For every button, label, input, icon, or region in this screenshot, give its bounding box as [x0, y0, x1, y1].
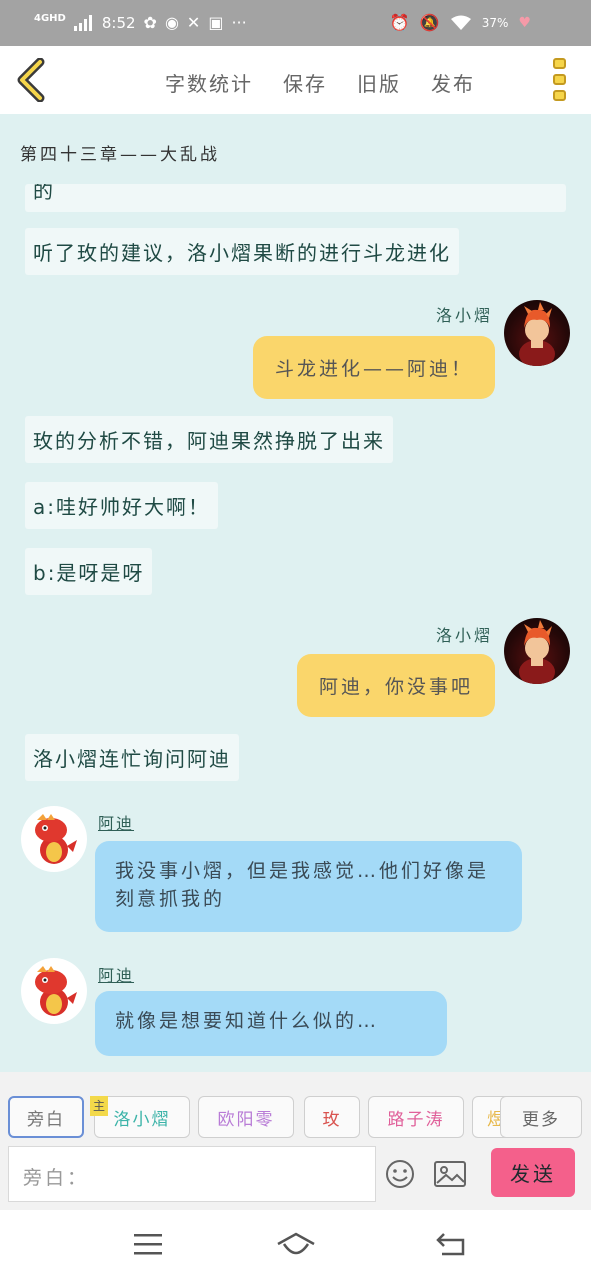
avatar[interactable]	[504, 300, 570, 366]
right-chat-bubble[interactable]: 阿迪，你没事吧	[296, 654, 495, 717]
compass-app-icon: ◉	[164, 13, 179, 32]
image-icon[interactable]	[434, 1161, 466, 1187]
avatar[interactable]	[21, 806, 87, 872]
sender-name: 阿迪	[98, 966, 135, 985]
role-chip-lu-zitao[interactable]: 路子涛	[368, 1096, 464, 1138]
bubble-text: 就像是想要知道什么似的…	[115, 1010, 380, 1032]
sender-name: 洛小熠	[435, 626, 493, 645]
bubble-text: 阿迪，你没事吧	[318, 676, 473, 698]
send-button[interactable]: 发送	[491, 1148, 575, 1197]
system-nav-bar	[0, 1210, 591, 1280]
role-chip-narrator[interactable]: 旁白	[8, 1096, 84, 1138]
narration-message[interactable]: 听了玫的建议，洛小熠果断的进行斗龙进化	[25, 228, 459, 275]
luo-xiaoyi-avatar-icon	[519, 620, 555, 684]
publish-button[interactable]: 发布	[431, 68, 475, 97]
menu-icon[interactable]	[133, 1232, 163, 1256]
narration-text: a:哇好帅好大啊！	[33, 495, 210, 519]
word-count-button[interactable]: 字数统计	[165, 68, 253, 97]
main-character-tag: 主	[90, 1096, 108, 1116]
status-right: ⏰ 🔕 37% ♥	[390, 13, 531, 33]
role-chip-label: 欧阳零	[217, 1109, 275, 1130]
role-chip-label: 玫	[322, 1109, 342, 1130]
more-roles-label: 更多	[522, 1109, 560, 1130]
narration-message[interactable]: 洛小熠连忙询问阿迪	[25, 734, 239, 781]
video-app-icon: ▣	[208, 13, 224, 32]
left-chat-bubble[interactable]: 就像是想要知道什么似的…	[95, 991, 447, 1056]
emoji-icon[interactable]	[385, 1159, 415, 1189]
network-type: 4GHD	[34, 13, 66, 24]
narration-text: b:是呀是呀	[33, 561, 145, 585]
status-left: 4GHD 8:52 ✿ ◉ ✕ ▣ ···	[34, 13, 247, 33]
avatar[interactable]	[504, 618, 570, 684]
narration-text: 玫的分析不错，阿迪果然挣脱了出来	[33, 429, 385, 453]
save-button[interactable]: 保存	[283, 68, 327, 97]
narration-message[interactable]: 的	[25, 184, 566, 212]
back-nav-icon[interactable]	[436, 1232, 466, 1256]
flower-app-icon: ✿	[143, 13, 157, 32]
signal-icon	[73, 15, 92, 31]
more-notifications-icon: ···	[231, 13, 247, 32]
narration-text: 听了玫的建议，洛小熠果断的进行斗龙进化	[33, 241, 451, 265]
adi-dragon-avatar-icon	[35, 814, 77, 864]
sender-name: 洛小熠	[435, 306, 493, 325]
adi-dragon-avatar-icon	[35, 966, 77, 1016]
wifi-icon	[450, 15, 471, 30]
battery-text: 37%	[481, 16, 509, 30]
role-chip-label: 旁白	[27, 1109, 65, 1130]
role-chip-label: 洛小熠	[113, 1109, 171, 1130]
narration-message[interactable]: 玫的分析不错，阿迪果然挣脱了出来	[25, 416, 393, 463]
more-menu-icon[interactable]	[553, 58, 567, 101]
luo-xiaoyi-avatar-icon	[519, 302, 555, 366]
status-bar: 4GHD 8:52 ✿ ◉ ✕ ▣ ··· ⏰ 🔕 37% ♥	[0, 0, 591, 46]
home-icon[interactable]	[276, 1232, 316, 1258]
toolbar-actions: 字数统计 保存 旧版 发布	[165, 68, 475, 97]
chapter-title: 第四十三章——大乱战	[20, 145, 220, 165]
clock-time: 8:52	[101, 14, 136, 32]
narration-text: 洛小熠连忙询问阿迪	[33, 747, 231, 771]
sender-name: 阿迪	[98, 814, 135, 833]
more-roles-button[interactable]: 更多	[500, 1096, 582, 1138]
role-chip-label: 路子涛	[387, 1109, 445, 1130]
chat-area[interactable]: 第四十三章——大乱战 的 听了玫的建议，洛小熠果断的进行斗龙进化 洛小熠 斗龙进…	[0, 114, 591, 1072]
role-chip-luo-xiaoyi[interactable]: 洛小熠	[94, 1096, 190, 1138]
runner-app-icon: ✕	[186, 13, 201, 32]
input-placeholder: 旁白：	[23, 1167, 90, 1189]
message-input[interactable]: 旁白：	[8, 1146, 376, 1202]
narration-message[interactable]: b:是呀是呀	[25, 548, 153, 595]
alarm-icon: ⏰	[389, 13, 410, 32]
narration-message[interactable]: a:哇好帅好大啊！	[25, 482, 218, 529]
send-button-label: 发送	[510, 1162, 556, 1186]
back-arrow-icon[interactable]	[14, 58, 48, 102]
right-chat-bubble[interactable]: 斗龙进化——阿迪！	[252, 336, 495, 399]
role-chip-ouyang-ling[interactable]: 欧阳零	[198, 1096, 294, 1138]
avatar[interactable]	[21, 958, 87, 1024]
old-version-button[interactable]: 旧版	[357, 68, 401, 97]
battery-heart-icon: ♥	[518, 15, 531, 31]
left-chat-bubble[interactable]: 我没事小熠，但是我感觉…他们好像是刻意抓我的	[95, 841, 522, 932]
bubble-text: 斗龙进化——阿迪！	[274, 358, 473, 380]
mute-icon: 🔕	[419, 13, 440, 32]
narration-text: 的	[33, 184, 55, 203]
editor-toolbar: 字数统计 保存 旧版 发布	[0, 46, 591, 114]
bubble-text: 我没事小熠，但是我感觉…他们好像是刻意抓我的	[115, 860, 490, 910]
role-chip-mei[interactable]: 玫	[304, 1096, 360, 1138]
input-panel: 旁白 洛小熠 欧阳零 玫 路子涛 煜 更多 主 旁白： 发送	[0, 1072, 591, 1210]
